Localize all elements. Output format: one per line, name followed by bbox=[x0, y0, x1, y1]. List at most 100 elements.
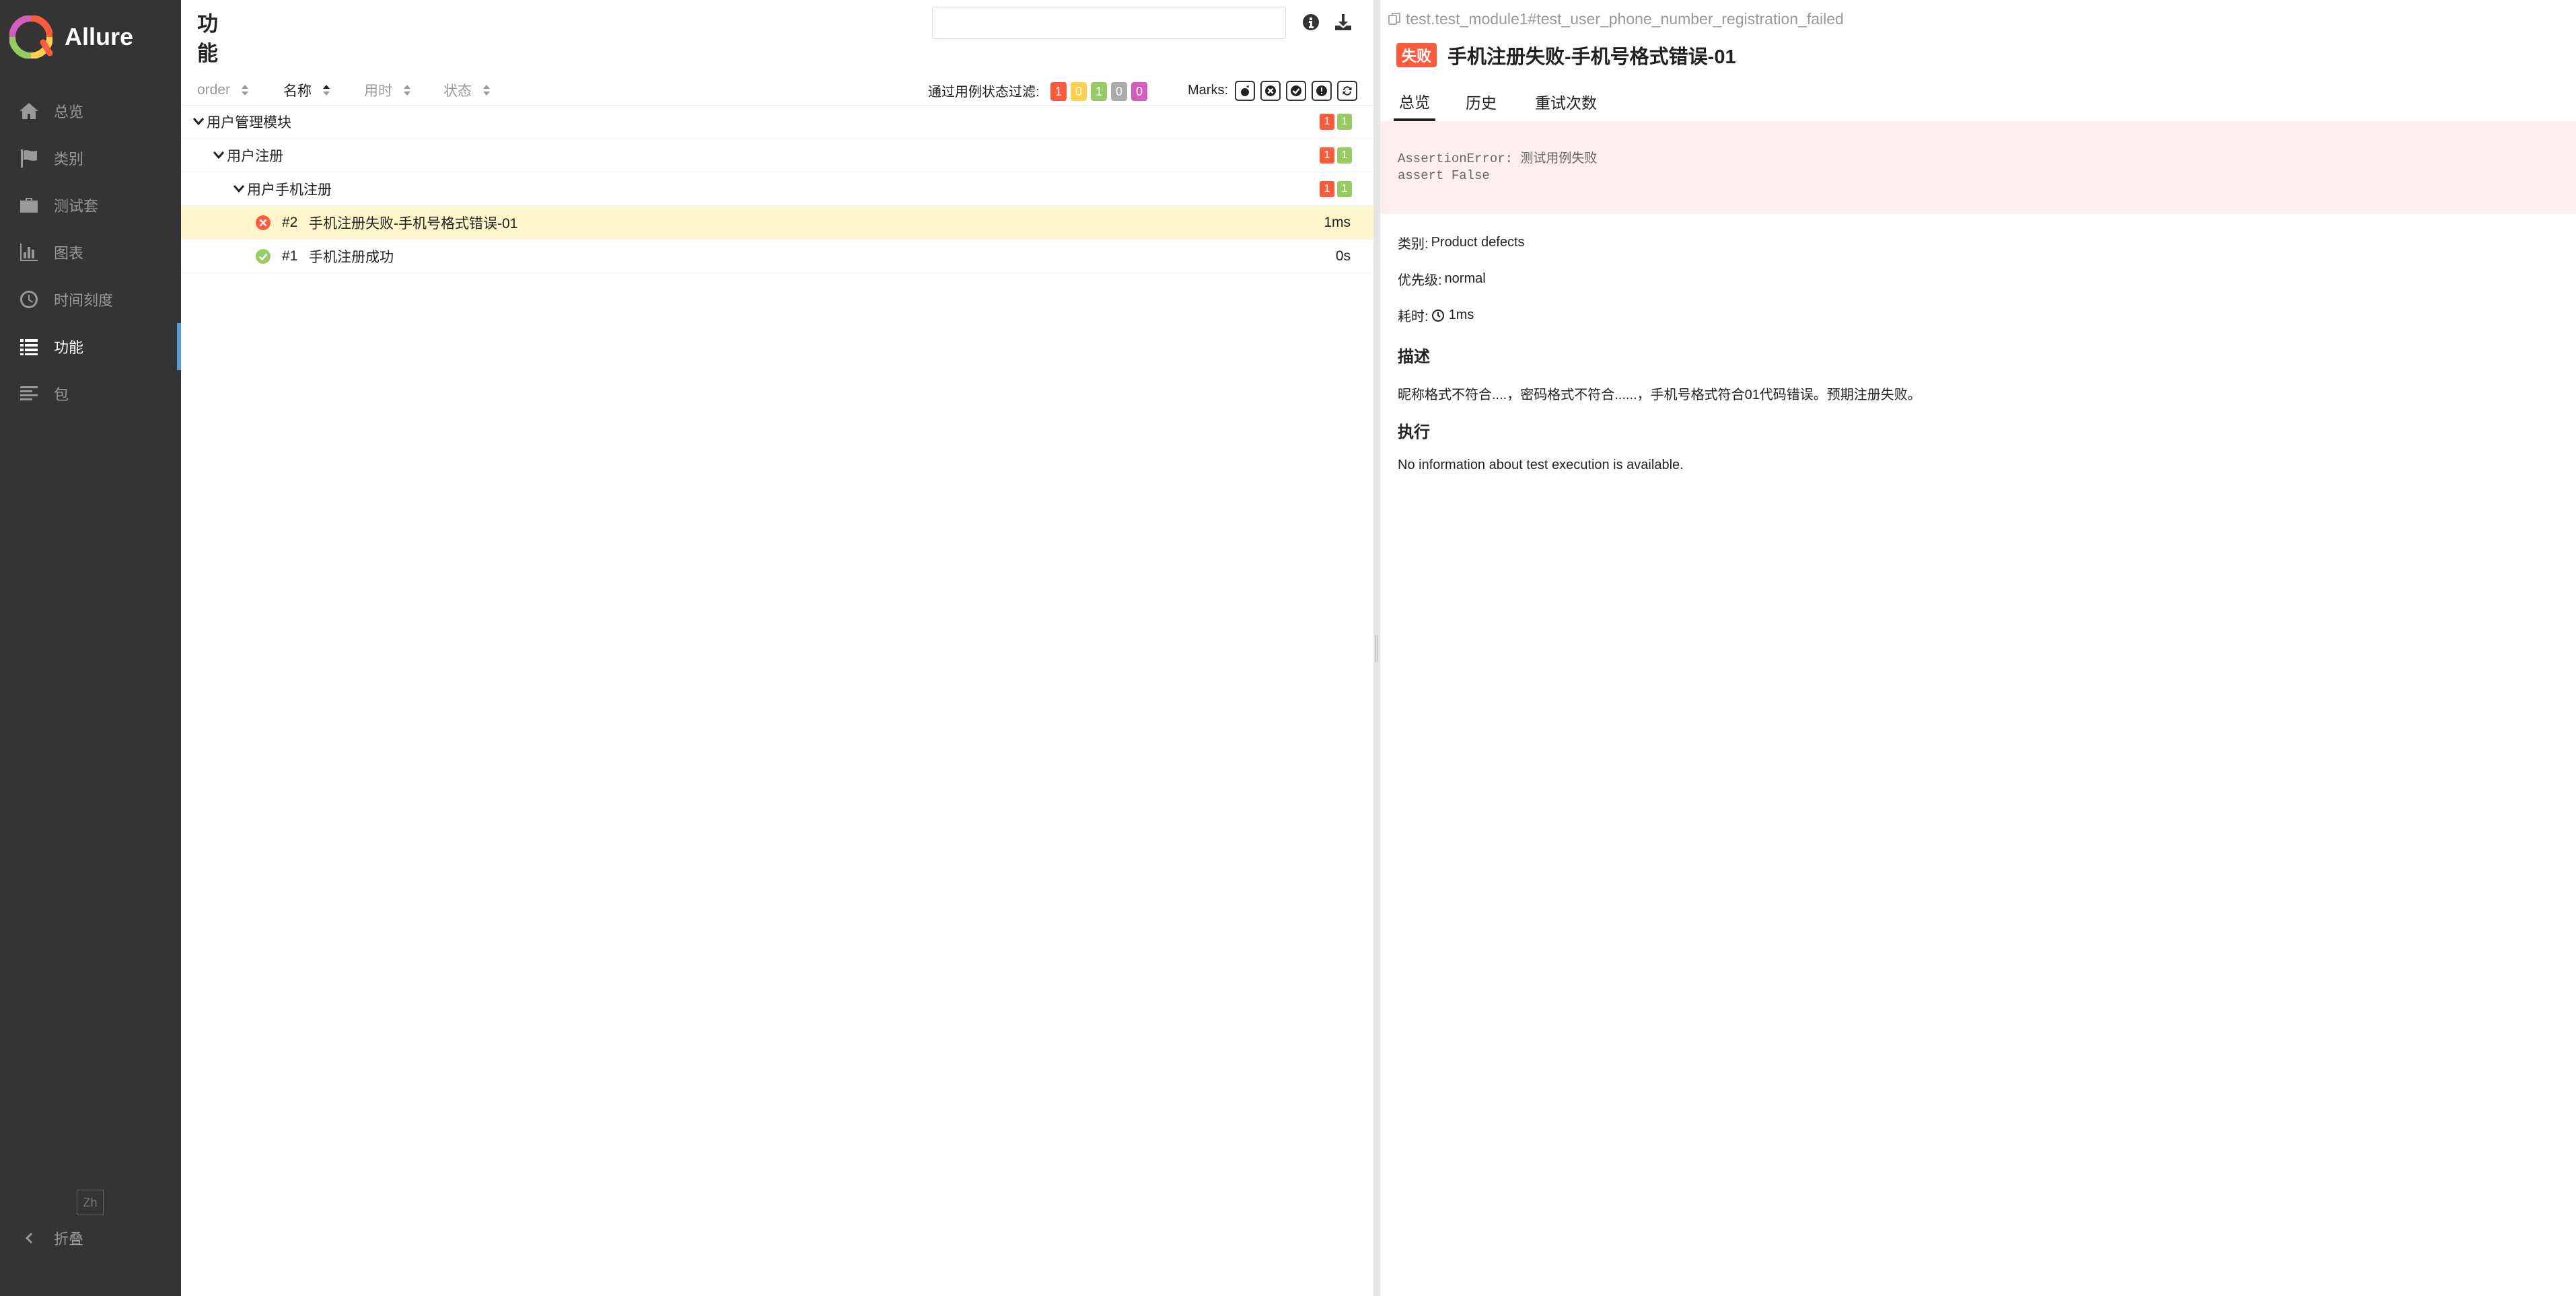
sidebar-item-packages[interactable]: 包 bbox=[0, 370, 181, 417]
sort-label: order bbox=[197, 82, 231, 98]
sidebar-item-graphs[interactable]: 图表 bbox=[0, 229, 181, 276]
severity-row: 优先级: normal bbox=[1398, 269, 1486, 289]
collapse-label: 折叠 bbox=[54, 1231, 84, 1248]
test-duration: 1ms bbox=[1324, 214, 1351, 230]
duration-value: 1ms bbox=[1448, 308, 1474, 322]
failed-status-icon bbox=[256, 215, 271, 230]
info-icon bbox=[1303, 14, 1320, 30]
chevron-down-icon bbox=[232, 182, 246, 195]
sidebar-item-behaviors[interactable]: 功能 bbox=[0, 323, 181, 370]
sidebar-item-suites[interactable]: 测试套 bbox=[0, 182, 181, 229]
sort-icon bbox=[242, 85, 249, 96]
sort-icon bbox=[404, 85, 410, 96]
test-case-row[interactable]: #1 手机注册成功 0s bbox=[181, 240, 1373, 273]
mark-new-broken-toggle[interactable] bbox=[1312, 81, 1332, 101]
tree-group[interactable]: 用户管理模块 1 1 bbox=[181, 105, 1373, 139]
clock-icon bbox=[1431, 309, 1444, 322]
chevron-down-icon bbox=[192, 114, 205, 128]
sidebar-item-label: 功能 bbox=[54, 339, 84, 356]
tree-toolbar: order 名称 用时 状态 通过用例状态过滤: 1 0 1 0 0 Marks… bbox=[181, 75, 1373, 106]
sidebar-item-timeline[interactable]: 时间刻度 bbox=[0, 276, 181, 323]
info-button[interactable] bbox=[1301, 12, 1324, 35]
mark-new-failed-toggle[interactable] bbox=[1260, 81, 1281, 101]
test-name: 手机注册失败-手机号格式错误-01 bbox=[309, 215, 518, 231]
collapse-button[interactable]: 折叠 bbox=[0, 1218, 83, 1258]
sidebar-item-categories[interactable]: 类别 bbox=[0, 135, 181, 182]
sort-label: 名称 bbox=[283, 83, 312, 99]
filter-unknown-toggle[interactable]: 0 bbox=[1131, 82, 1147, 101]
sidebar-item-label: 总览 bbox=[54, 104, 84, 120]
sidebar-item-label: 时间刻度 bbox=[54, 292, 114, 309]
marks-label: Marks: bbox=[1188, 82, 1228, 98]
sidebar-item-label: 包 bbox=[54, 386, 69, 403]
failed-count-badge: 1 bbox=[1320, 147, 1334, 164]
mark-new-passed-toggle[interactable] bbox=[1286, 81, 1306, 101]
new-broken-icon bbox=[1316, 85, 1328, 96]
test-case-row[interactable]: #2 手机注册失败-手机号格式错误-01 1ms bbox=[181, 206, 1373, 240]
sidebar-item-label: 类别 bbox=[54, 151, 84, 168]
search-input[interactable] bbox=[932, 7, 1286, 39]
tree-group[interactable]: 用户注册 1 1 bbox=[181, 139, 1373, 172]
execution-heading: 执行 bbox=[1398, 423, 1430, 441]
sort-label: 用时 bbox=[364, 83, 392, 99]
filter-skipped-toggle[interactable]: 0 bbox=[1111, 82, 1127, 101]
sidebar: Allure 总览 类别 测试套 图表 时间刻度 功能 包 Zh 折叠 bbox=[0, 0, 181, 1296]
copy-icon bbox=[1388, 13, 1400, 25]
test-full-name-text: test.test_module1#test_user_phone_number… bbox=[1406, 9, 1844, 28]
filter-failed-toggle[interactable]: 1 bbox=[1050, 82, 1067, 101]
sidebar-item-label: 图表 bbox=[54, 245, 84, 262]
pane-splitter[interactable] bbox=[1373, 0, 1380, 1296]
sort-by-order[interactable]: order bbox=[197, 75, 250, 105]
description-text: 昵称格式不符合....，密码格式不符合......，手机号格式符合01代码错误。… bbox=[1398, 388, 1921, 402]
sort-label: 状态 bbox=[443, 83, 472, 99]
sort-by-duration[interactable]: 用时 bbox=[364, 75, 413, 105]
mark-flaky-toggle[interactable] bbox=[1235, 81, 1255, 101]
briefcase-icon bbox=[17, 194, 40, 217]
splitter-grip[interactable] bbox=[1375, 635, 1378, 662]
severity-value: normal bbox=[1444, 271, 1486, 286]
home-icon bbox=[17, 100, 40, 122]
test-details-pane: test.test_module1#test_user_phone_number… bbox=[1380, 0, 2576, 1296]
test-order: #1 bbox=[282, 248, 298, 264]
tab-overview[interactable]: 总览 bbox=[1394, 83, 1435, 121]
tab-history[interactable]: 历史 bbox=[1461, 83, 1501, 120]
test-duration: 0s bbox=[1335, 248, 1351, 264]
group-name: 用户注册 bbox=[227, 148, 283, 164]
passed-status-icon bbox=[256, 249, 271, 264]
passed-count-badge: 1 bbox=[1337, 114, 1352, 130]
tree-group[interactable]: 用户手机注册 1 1 bbox=[181, 172, 1373, 206]
category-value: Product defects bbox=[1431, 235, 1525, 250]
sidebar-item-overview[interactable]: 总览 bbox=[0, 87, 181, 135]
failed-count-badge: 1 bbox=[1320, 114, 1334, 130]
download-button[interactable] bbox=[1333, 12, 1356, 35]
sort-by-status[interactable]: 状态 bbox=[443, 75, 492, 105]
new-failed-icon bbox=[1265, 85, 1277, 96]
sort-asc-icon bbox=[323, 85, 330, 96]
execution-text: No information about test execution is a… bbox=[1398, 458, 1684, 472]
align-left-icon bbox=[17, 382, 40, 405]
sort-by-name[interactable]: 名称 bbox=[283, 75, 332, 105]
passed-count-badge: 1 bbox=[1337, 147, 1352, 164]
sidebar-item-label: 测试套 bbox=[54, 198, 99, 215]
test-order: #2 bbox=[282, 214, 298, 230]
filter-passed-toggle[interactable]: 1 bbox=[1091, 82, 1107, 101]
test-full-name[interactable]: test.test_module1#test_user_phone_number… bbox=[1387, 7, 1844, 31]
list-icon bbox=[17, 335, 40, 358]
chevron-down-icon bbox=[212, 148, 225, 161]
brand[interactable]: Allure bbox=[9, 15, 133, 59]
app-name: Allure bbox=[65, 23, 134, 50]
description-heading: 描述 bbox=[1398, 348, 1430, 366]
category-row: 类别: Product defects bbox=[1398, 233, 1525, 252]
group-name: 用户管理模块 bbox=[207, 114, 291, 131]
filter-broken-toggle[interactable]: 0 bbox=[1071, 82, 1087, 101]
sidebar-nav: 总览 类别 测试套 图表 时间刻度 功能 包 bbox=[0, 87, 181, 417]
allure-logo-icon bbox=[9, 15, 52, 59]
passed-count-badge: 1 bbox=[1337, 181, 1352, 197]
new-passed-icon bbox=[1291, 85, 1302, 96]
tab-retries[interactable]: 重试次数 bbox=[1531, 83, 1601, 120]
mark-retries-toggle[interactable] bbox=[1337, 81, 1357, 101]
details-tabs: 总览 历史 重试次数 bbox=[1380, 83, 2576, 121]
duration-label: 耗时: bbox=[1398, 310, 1429, 324]
severity-label: 优先级: bbox=[1398, 273, 1442, 288]
language-switcher[interactable]: Zh bbox=[77, 1190, 104, 1215]
